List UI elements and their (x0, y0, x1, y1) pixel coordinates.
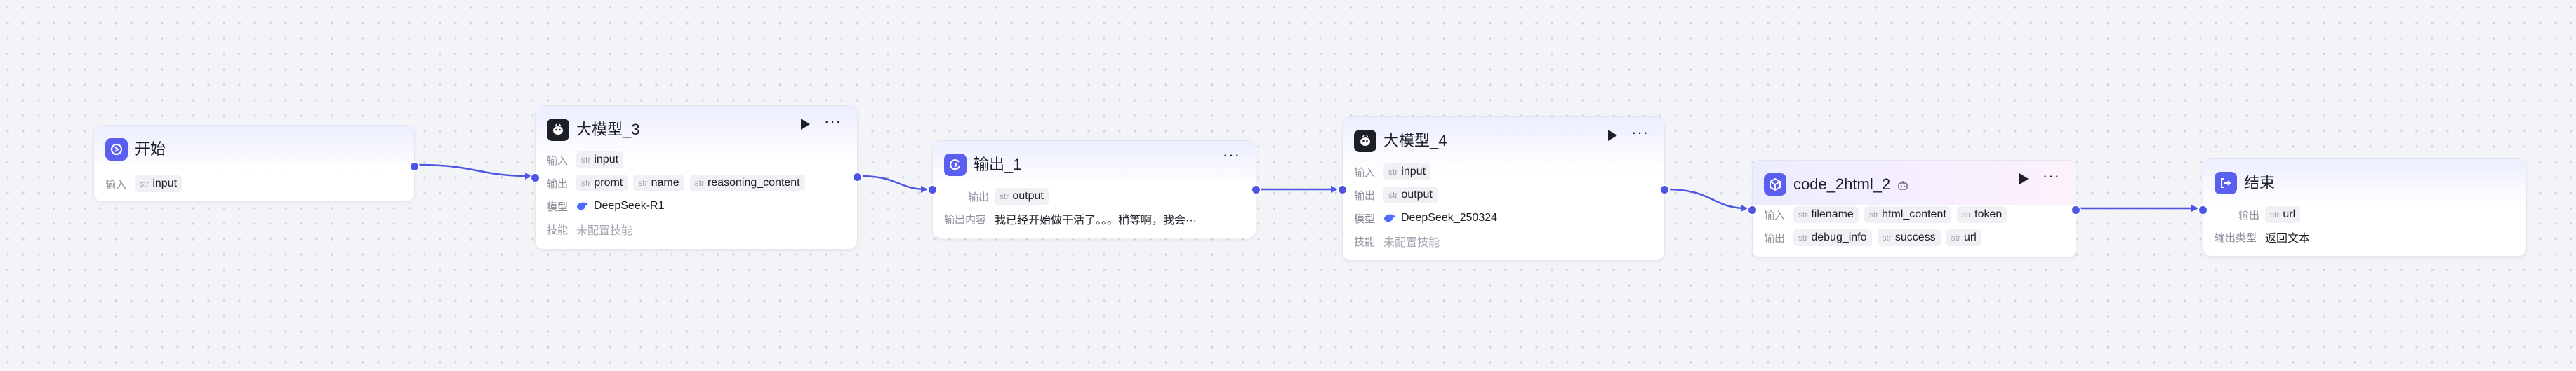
param-tag: str html_content (1864, 206, 1951, 223)
more-menu-button[interactable]: ··· (1631, 125, 1649, 140)
input-label: 输入 (105, 178, 127, 191)
model-label: 模型 (547, 201, 569, 213)
output-label: 输出 (967, 191, 989, 203)
start-icon (105, 138, 128, 161)
input-port[interactable] (1747, 205, 1758, 215)
llm-icon (547, 119, 569, 141)
node-title: code_2html_2 (1793, 173, 1908, 196)
node-output-1[interactable]: 输出_1 ··· 输出 str output 输出内容 我已经开始做干活了。。。稍… (927, 140, 1261, 238)
param-tag: str input (1383, 163, 1431, 180)
output-label: 输出 (547, 177, 569, 190)
workflow-canvas[interactable]: 开始 输入 str input 大模型_3 ··· 输入 str input 输出 … (0, 0, 2576, 371)
param-tag: str input (576, 151, 624, 168)
node-title: 开始 (135, 140, 166, 158)
output-type-label: 输出类型 (2215, 231, 2257, 244)
input-label: 输入 (1764, 209, 1786, 222)
model-value: DeepSeek-R1 (576, 200, 665, 213)
more-menu-button[interactable]: ··· (2043, 168, 2060, 184)
deepseek-icon (577, 202, 588, 210)
output-port[interactable] (2071, 205, 2081, 215)
input-port[interactable] (1337, 184, 1348, 195)
param-tag: str success (1877, 229, 1941, 246)
output-port[interactable] (409, 161, 420, 172)
skill-label: 技能 (1354, 236, 1376, 248)
output-port[interactable] (1659, 184, 1670, 195)
param-tag: str token (1956, 206, 2007, 223)
end-icon (2215, 172, 2237, 194)
param-tag: str debug_info (1793, 229, 1872, 246)
node-title: 大模型_3 (576, 121, 640, 138)
run-button[interactable] (2019, 173, 2029, 184)
param-tag: str name (633, 175, 684, 191)
input-port[interactable] (927, 184, 938, 195)
output-label: 输出 (2238, 209, 2259, 222)
node-title: 结束 (2244, 174, 2276, 191)
param-tag: str reasoning_content (689, 175, 805, 191)
run-button[interactable] (801, 119, 811, 130)
param-tag: str input (135, 175, 182, 192)
node-llm-4[interactable]: 大模型_4 ··· 输入 str input 输出 str output 模型 De… (1337, 116, 1670, 261)
output-label: 输出 (1354, 189, 1376, 202)
skill-label: 技能 (547, 224, 569, 236)
llm-icon (1354, 130, 1376, 152)
output-port[interactable] (1251, 184, 1261, 195)
run-button[interactable] (1608, 130, 1618, 141)
output-port[interactable] (852, 172, 863, 182)
edge-llm3-out1[interactable] (859, 175, 928, 193)
node-end[interactable]: 结束 输出 str url 输出类型 返回文本 (2198, 158, 2527, 257)
param-tag: str filename (1793, 206, 1859, 223)
node-code-2html[interactable]: code_2html_2 ··· 输入 str filename str html_… (1747, 160, 2081, 258)
output-icon (944, 154, 967, 176)
node-llm-3[interactable]: 大模型_3 ··· 输入 str input 输出 str promt str nam… (530, 105, 863, 250)
param-tag: str output (995, 188, 1049, 205)
node-start[interactable]: 开始 输入 str input (93, 125, 420, 202)
input-port[interactable] (2198, 205, 2208, 215)
input-label: 输入 (547, 154, 569, 167)
param-tag: str url (1946, 229, 1981, 246)
skill-value: 未配置技能 (1383, 237, 1440, 249)
param-tag: str promt (576, 175, 628, 191)
input-label: 输入 (1354, 166, 1376, 179)
robot-icon (1898, 181, 1908, 190)
output-label: 输出 (1764, 232, 1786, 245)
model-label: 模型 (1354, 213, 1376, 225)
more-menu-button[interactable]: ··· (824, 114, 842, 129)
output-type-value: 返回文本 (2265, 233, 2311, 245)
deepseek-icon (1384, 214, 1395, 222)
node-title: 大模型_4 (1383, 132, 1447, 149)
model-value: DeepSeek_250324 (1383, 212, 1497, 224)
node-title: 输出_1 (974, 156, 1022, 173)
edge-start-llm3[interactable] (416, 163, 532, 180)
output-content-label: 输出内容 (944, 213, 987, 226)
edge-llm4-code[interactable] (1666, 188, 1748, 212)
skill-value: 未配置技能 (576, 225, 633, 237)
more-menu-button[interactable]: ··· (1223, 147, 1240, 163)
param-tag: str url (2265, 206, 2301, 223)
output-content-value: 我已经开始做干活了。。。稍等啊，我会··· (995, 215, 1197, 227)
input-port[interactable] (530, 173, 540, 183)
param-tag: str output (1383, 187, 1438, 203)
plugin-icon (1764, 173, 1786, 196)
